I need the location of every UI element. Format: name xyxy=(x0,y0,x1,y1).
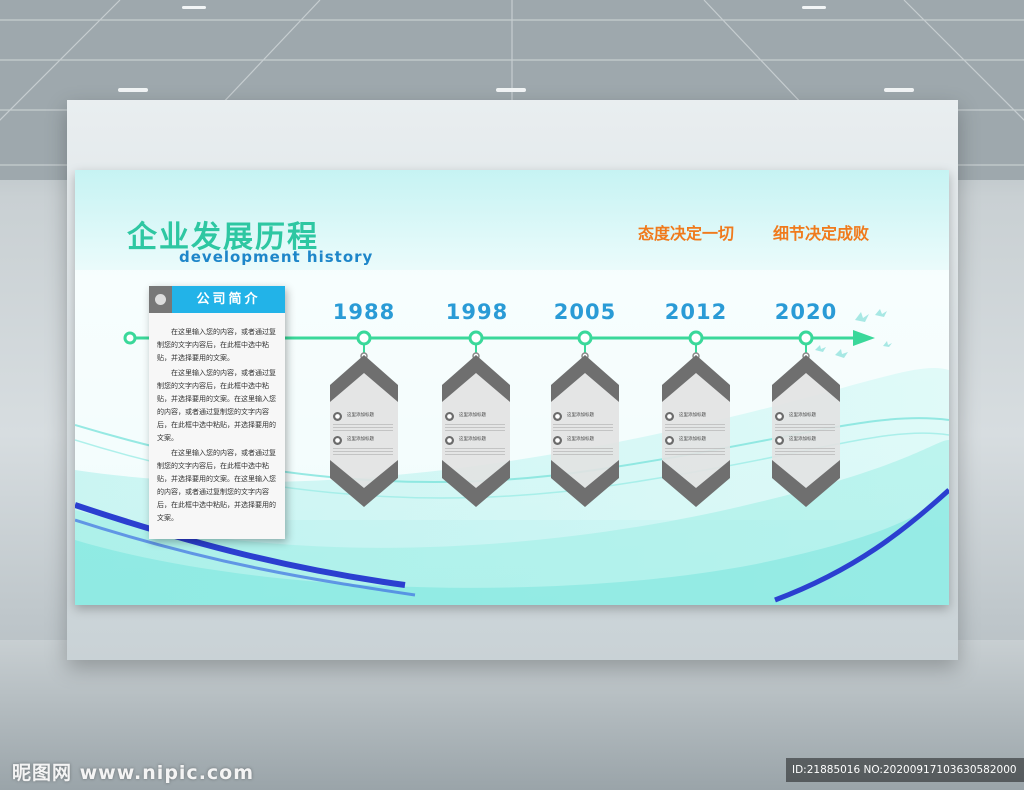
timeline-node xyxy=(798,330,814,346)
user-icon: ● xyxy=(445,436,454,445)
history-board: 企业发展历程 development history 态度决定一切 细节决定成败… xyxy=(75,170,949,605)
slogan-details: 细节决定成败 xyxy=(773,224,870,243)
company-intro-text: 在这里输入您的内容，或者通过复制您的文字内容后，在此框中选中粘贴，并选择要用的文… xyxy=(157,326,281,527)
page-subtitle: development history xyxy=(179,248,374,266)
placeholder-lines xyxy=(775,424,835,432)
milestone-item: ● 这里添加标题 xyxy=(333,412,393,436)
placeholder-lines xyxy=(553,424,613,432)
pin-icon xyxy=(155,294,166,305)
image-id-bar: ID:21885016 NO:20200917103630582000 xyxy=(786,758,1024,782)
placeholder-lines xyxy=(665,448,725,456)
year-2020: 2020 xyxy=(774,300,838,324)
user-icon: ● xyxy=(333,412,342,421)
placeholder-lines xyxy=(333,448,393,456)
placeholder-lines xyxy=(333,424,393,432)
milestone-item: ● 这里添加标题 xyxy=(665,436,725,460)
placeholder-lines xyxy=(775,448,835,456)
user-icon: ● xyxy=(665,412,674,421)
slogan-attitude: 态度决定一切 xyxy=(638,224,735,243)
company-intro-card: 公司简介 在这里输入您的内容，或者通过复制您的文字内容后，在此框中选中粘贴，并选… xyxy=(149,286,285,539)
year-1998: 1998 xyxy=(445,300,509,324)
company-intro-label: 公司简介 xyxy=(172,286,285,313)
milestone-item: ● 这里添加标题 xyxy=(333,436,393,460)
timeline-node xyxy=(577,330,593,346)
user-icon: ● xyxy=(445,412,454,421)
user-icon: ● xyxy=(333,436,342,445)
milestone-item: ● 这里添加标题 xyxy=(445,412,505,436)
placeholder-lines xyxy=(665,424,725,432)
milestone-item: ● 这里添加标题 xyxy=(445,436,505,460)
user-icon: ● xyxy=(665,436,674,445)
company-intro-header: 公司简介 xyxy=(149,286,285,313)
milestone-item: ● 这里添加标题 xyxy=(775,436,835,460)
timeline-node xyxy=(356,330,372,346)
user-icon: ● xyxy=(775,412,784,421)
user-icon: ● xyxy=(775,436,784,445)
year-2005: 2005 xyxy=(553,300,617,324)
milestone-item: ● 这里添加标题 xyxy=(775,412,835,436)
milestone-item: ● 这里添加标题 xyxy=(553,436,613,460)
timeline-node xyxy=(468,330,484,346)
year-1988: 1988 xyxy=(332,300,396,324)
milestone-item: ● 这里添加标题 xyxy=(553,412,613,436)
user-icon: ● xyxy=(553,436,562,445)
placeholder-lines xyxy=(445,424,505,432)
milestone-item: ● 这里添加标题 xyxy=(665,412,725,436)
year-2012: 2012 xyxy=(664,300,728,324)
watermark: 昵图网 www.nipic.com xyxy=(12,762,255,784)
user-icon: ● xyxy=(553,412,562,421)
placeholder-lines xyxy=(445,448,505,456)
card-tab xyxy=(149,286,172,313)
intro-paragraph: 在这里输入您的内容，或者通过复制您的文字内容后，在此框中选中粘贴，并选择要用的文… xyxy=(157,328,276,362)
intro-paragraph: 在这里输入您的内容，或者通过复制您的文字内容后，在此框中选中粘贴，并选择要用的文… xyxy=(157,369,276,442)
intro-paragraph: 在这里输入您的内容，或者通过复制您的文字内容后，在此框中选中粘贴，并选择要用的文… xyxy=(157,449,276,522)
timeline-node xyxy=(688,330,704,346)
placeholder-lines xyxy=(553,448,613,456)
